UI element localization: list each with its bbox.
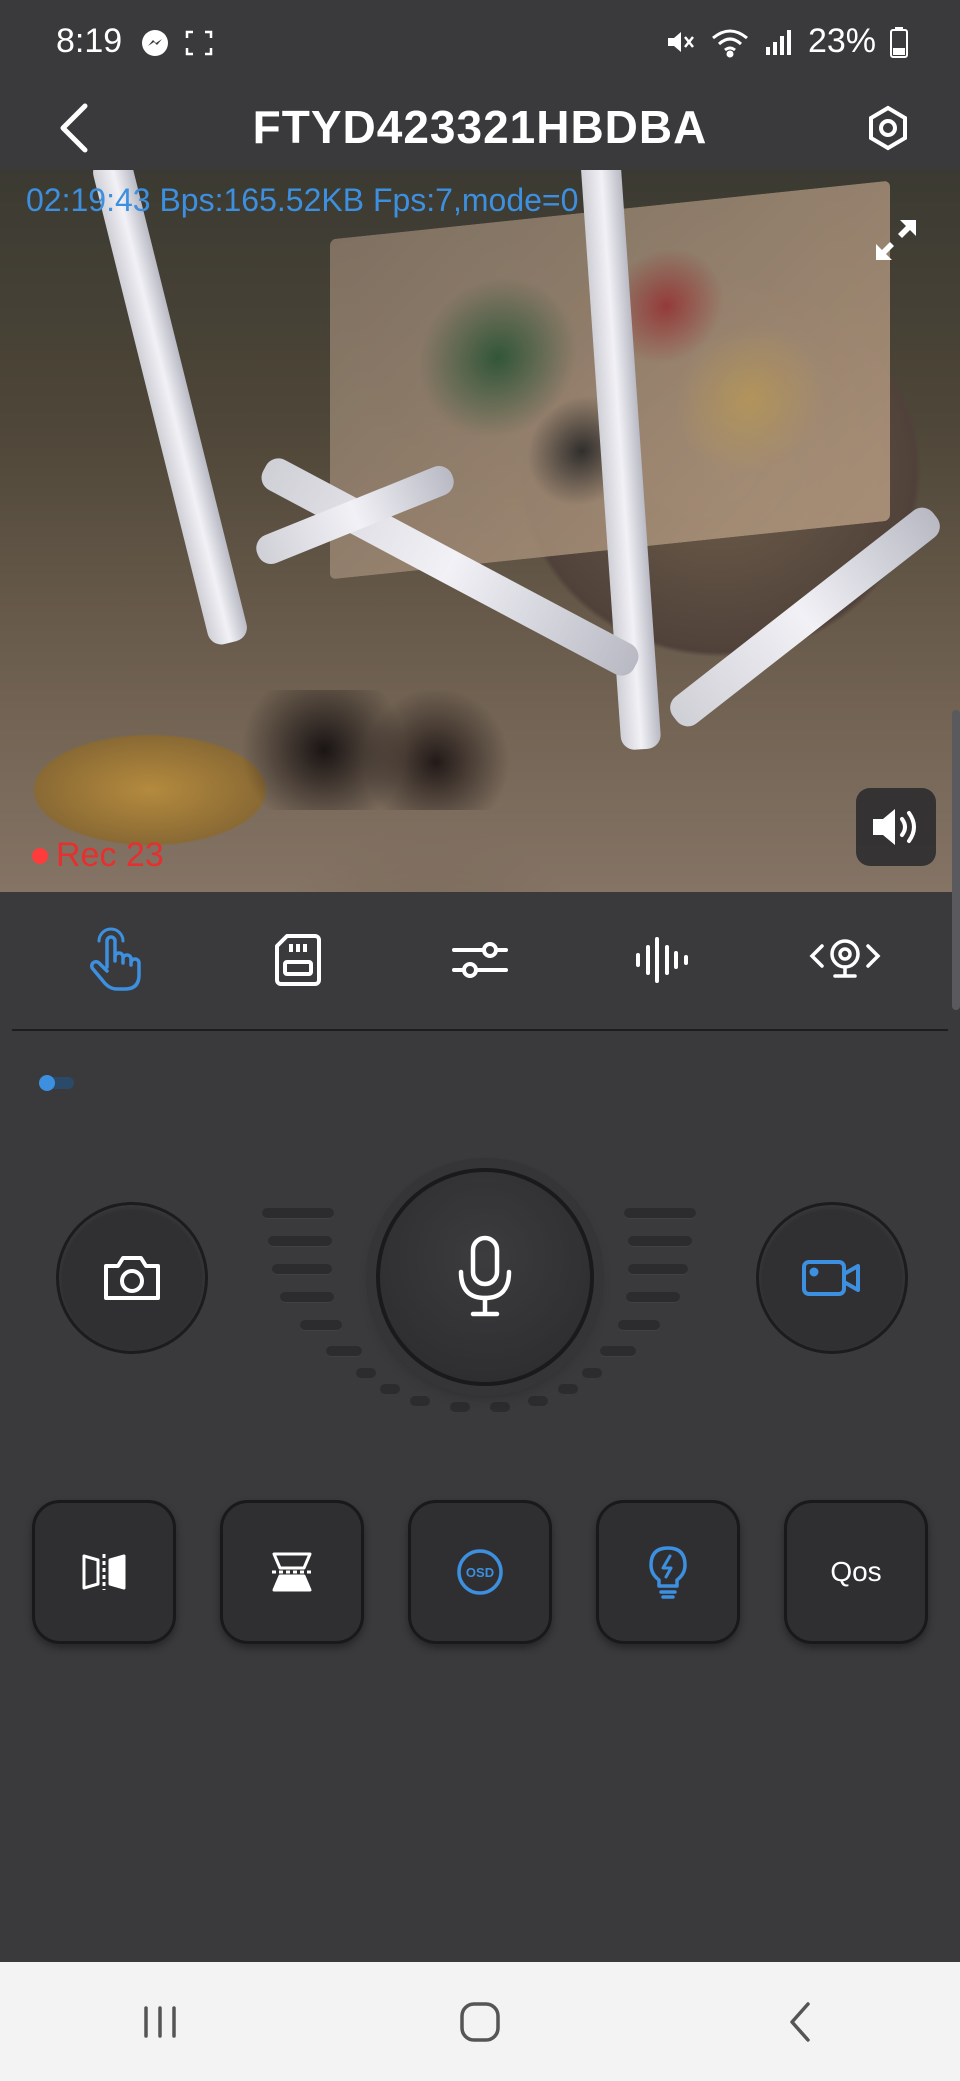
battery-icon (890, 26, 908, 58)
wifi-icon (711, 29, 748, 57)
status-time: 8:19 (56, 22, 123, 60)
light-button[interactable] (596, 1500, 740, 1644)
speaker-icon (873, 809, 916, 845)
touch-control-button[interactable] (70, 915, 160, 1005)
osd-icon: OSD (457, 1549, 503, 1595)
feature-row: OSD Qos (32, 1500, 928, 1646)
audio-wave-button[interactable] (617, 915, 707, 1005)
video-table-leg (90, 170, 250, 648)
qos-button[interactable]: Qos (784, 1500, 928, 1644)
audio-wave-icon (636, 937, 689, 983)
system-back-button[interactable] (740, 1977, 860, 2067)
video-camera-icon (802, 1260, 860, 1296)
touch-control-icon (90, 927, 141, 991)
home-button[interactable] (420, 1977, 540, 2067)
qos-label: Qos (830, 1556, 882, 1587)
mute-icon (667, 31, 694, 52)
chevron-left-icon (790, 2001, 810, 2042)
light-bulb-icon (649, 1546, 687, 1599)
messenger-icon (142, 30, 168, 56)
microphone-icon (458, 1235, 512, 1317)
tool-row (0, 892, 960, 1028)
talk-button[interactable] (376, 1168, 594, 1386)
status-bar: 8:19 23% (0, 0, 960, 92)
osd-label: OSD (466, 1565, 494, 1580)
scrollbar[interactable] (952, 710, 960, 1010)
recent-apps-button[interactable] (100, 1977, 220, 2067)
ptz-camera-button[interactable] (800, 915, 890, 1005)
panel-page-indicator (39, 1075, 74, 1091)
camera-rotate-icon (809, 939, 881, 978)
expand-icon (876, 220, 916, 260)
mirror-button[interactable] (32, 1500, 176, 1644)
sd-card-icon (274, 934, 321, 986)
rec-label: Rec 23 (56, 836, 164, 874)
video-floor-shadow (240, 690, 520, 810)
page-title: FTYD423321HBDBA (252, 101, 708, 153)
sd-card-button[interactable] (253, 915, 343, 1005)
fullscreen-button[interactable] (868, 212, 924, 268)
signal-icon (765, 29, 791, 55)
recent-apps-icon (144, 2005, 176, 2038)
osd-button[interactable]: OSD (408, 1500, 552, 1644)
recording-indicator: Rec 23 (32, 836, 164, 875)
camera-icon (104, 1256, 160, 1300)
settings-button[interactable] (856, 96, 920, 160)
home-icon (460, 2001, 500, 2042)
flip-icon (272, 1552, 312, 1592)
snapshot-button[interactable] (56, 1202, 208, 1354)
sound-button[interactable] (856, 788, 936, 866)
adjust-button[interactable] (435, 915, 525, 1005)
divider (12, 1029, 948, 1031)
flip-button[interactable] (220, 1500, 364, 1644)
stream-info: 02:19:43 Bps:165.52KB Fps:7,mode=0 (26, 182, 579, 218)
screen-capture-icon (185, 30, 213, 56)
system-nav-bar (0, 1962, 960, 2081)
mirror-icon (82, 1554, 126, 1590)
live-video-view[interactable]: 02:19:43 Bps:165.52KB Fps:7,mode=0 Rec 2… (0, 170, 960, 892)
battery-percent: 23% (807, 22, 876, 60)
rec-dot (32, 847, 48, 864)
gear-icon (869, 105, 907, 151)
app-bar: FTYD423321HBDBA (0, 92, 960, 170)
adjust-sliders-icon (451, 942, 508, 978)
record-button[interactable] (756, 1202, 908, 1354)
